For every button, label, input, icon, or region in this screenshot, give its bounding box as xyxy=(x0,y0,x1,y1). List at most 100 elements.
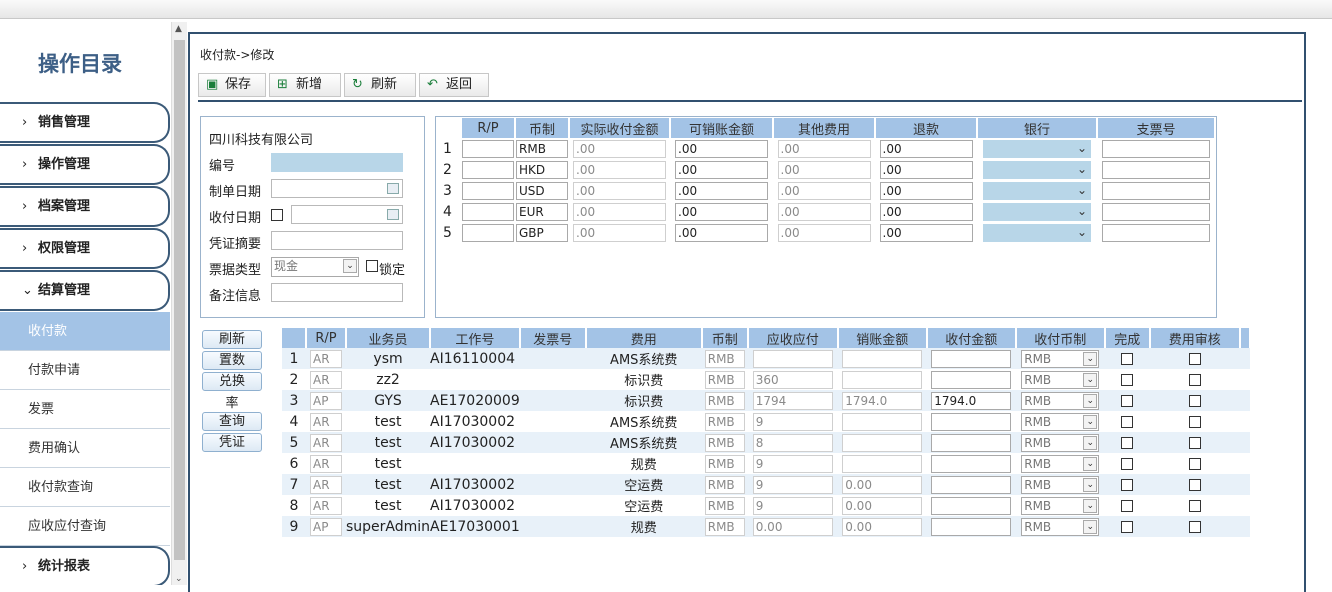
sidebar-item-fee-confirm[interactable]: 费用确认 xyxy=(0,429,170,468)
sidebar-scrollbar[interactable]: ▲ ⌄ xyxy=(171,22,187,585)
due-amount-input[interactable]: 9 xyxy=(752,412,833,431)
actual-amount-input[interactable]: .00 xyxy=(573,160,666,179)
sidebar-item-receipt-query[interactable]: 收付款查询 xyxy=(0,468,170,507)
bank-select[interactable]: ⌄ xyxy=(983,181,1091,200)
writeoff-amount-input[interactable]: 1794.0 xyxy=(842,391,923,410)
rp-input[interactable] xyxy=(462,181,514,200)
check-number-input[interactable] xyxy=(1102,181,1210,200)
writeoff-amount-input[interactable] xyxy=(842,412,923,431)
other-fee-input[interactable]: .00 xyxy=(777,223,871,242)
writeoff-amount-input[interactable]: .00 xyxy=(675,181,768,200)
new-button[interactable]: ⊞ 新增 xyxy=(269,73,341,97)
paid-amount-input[interactable] xyxy=(931,433,1012,452)
fee-audit-checkbox[interactable] xyxy=(1188,373,1201,386)
sidebar-section-sales[interactable]: › 销售管理 xyxy=(0,102,170,143)
due-amount-input[interactable]: 0.00 xyxy=(752,517,833,536)
writeoff-amount-input[interactable] xyxy=(842,454,923,473)
other-fee-input[interactable]: .00 xyxy=(777,139,871,158)
due-amount-input[interactable]: 8 xyxy=(752,433,833,452)
pay-currency-select[interactable]: RMB ⌄ xyxy=(1021,475,1100,494)
rp-input[interactable]: AR xyxy=(310,349,342,368)
rp-input[interactable]: AP xyxy=(310,391,342,410)
check-number-input[interactable] xyxy=(1102,160,1210,179)
rp-input[interactable] xyxy=(462,202,514,221)
due-amount-input[interactable]: 9 xyxy=(752,454,833,473)
currency-input[interactable]: RMB xyxy=(704,433,745,452)
sidebar-section-operation[interactable]: › 操作管理 xyxy=(0,144,170,185)
fee-audit-checkbox[interactable] xyxy=(1188,352,1201,365)
pay-currency-select[interactable]: RMB ⌄ xyxy=(1021,391,1100,410)
actual-amount-input[interactable]: .00 xyxy=(573,181,666,200)
refresh-detail-button[interactable]: 刷新 xyxy=(202,330,262,349)
rp-input[interactable]: AR xyxy=(310,475,342,494)
writeoff-amount-input[interactable]: .00 xyxy=(675,160,768,179)
bank-select[interactable]: ⌄ xyxy=(983,139,1091,158)
sidebar-section-settlement[interactable]: ⌄ 结算管理 xyxy=(0,270,170,311)
fee-audit-checkbox[interactable] xyxy=(1188,520,1201,533)
scroll-down-icon[interactable]: ⌄ xyxy=(175,574,183,584)
currency-input[interactable]: USD xyxy=(516,181,568,200)
done-checkbox[interactable] xyxy=(1121,457,1134,470)
writeoff-amount-input[interactable]: .00 xyxy=(675,202,768,221)
refund-input[interactable]: .00 xyxy=(879,223,973,242)
due-amount-input[interactable]: 9 xyxy=(752,496,833,515)
currency-input[interactable]: GBP xyxy=(516,223,568,242)
fee-audit-checkbox[interactable] xyxy=(1188,499,1201,512)
voucher-summary-field[interactable] xyxy=(271,231,403,250)
query-button[interactable]: 查询 xyxy=(202,412,262,431)
bank-select[interactable]: ⌄ xyxy=(983,160,1091,179)
done-checkbox[interactable] xyxy=(1121,352,1134,365)
set-value-button[interactable]: 置数 xyxy=(202,351,262,370)
done-checkbox[interactable] xyxy=(1121,436,1134,449)
refresh-button[interactable]: ↻ 刷新 xyxy=(344,73,416,97)
currency-input[interactable]: RMB xyxy=(704,391,745,410)
refund-input[interactable]: .00 xyxy=(879,160,973,179)
currency-input[interactable]: RMB xyxy=(704,370,745,389)
other-fee-input[interactable]: .00 xyxy=(777,181,871,200)
fee-audit-checkbox[interactable] xyxy=(1188,415,1201,428)
calendar-icon[interactable] xyxy=(387,183,399,194)
bank-select[interactable]: ⌄ xyxy=(983,202,1091,221)
pay-date-checkbox[interactable] xyxy=(271,209,283,221)
rp-input[interactable]: AP xyxy=(310,517,342,536)
currency-input[interactable]: RMB xyxy=(704,475,745,494)
pay-currency-select[interactable]: RMB ⌄ xyxy=(1021,496,1100,515)
pay-currency-select[interactable]: RMB ⌄ xyxy=(1021,433,1100,452)
rp-input[interactable]: AR xyxy=(310,412,342,431)
paid-amount-input[interactable] xyxy=(931,454,1012,473)
check-number-input[interactable] xyxy=(1102,202,1210,221)
pay-currency-select[interactable]: RMB ⌄ xyxy=(1021,517,1100,536)
sidebar-section-archive[interactable]: › 档案管理 xyxy=(0,186,170,227)
bank-select[interactable]: ⌄ xyxy=(983,223,1091,242)
sidebar-section-statistics[interactable]: › 统计报表 xyxy=(0,546,170,585)
actual-amount-input[interactable]: .00 xyxy=(573,139,666,158)
lock-checkbox[interactable] xyxy=(366,260,378,272)
sidebar-item-payment-request[interactable]: 付款申请 xyxy=(0,351,170,390)
actual-amount-input[interactable]: .00 xyxy=(573,202,666,221)
currency-input[interactable]: RMB xyxy=(704,496,745,515)
done-checkbox[interactable] xyxy=(1121,520,1134,533)
number-field[interactable] xyxy=(271,153,403,172)
bill-type-select[interactable]: 现金 ⌄ xyxy=(271,257,359,277)
writeoff-amount-input[interactable]: .00 xyxy=(675,223,768,242)
voucher-button[interactable]: 凭证 xyxy=(202,433,262,452)
sidebar-item-receipt-payment[interactable]: 收付款 xyxy=(0,312,170,351)
sidebar-item-ar-ap-query[interactable]: 应收应付查询 xyxy=(0,507,170,546)
paid-amount-input[interactable] xyxy=(931,475,1012,494)
calendar-icon[interactable] xyxy=(387,209,399,220)
sidebar-section-permission[interactable]: › 权限管理 xyxy=(0,228,170,269)
paid-amount-input[interactable] xyxy=(931,496,1012,515)
remark-field[interactable] xyxy=(271,283,403,302)
done-checkbox[interactable] xyxy=(1121,478,1134,491)
rp-input[interactable]: AR xyxy=(310,496,342,515)
fee-audit-checkbox[interactable] xyxy=(1188,436,1201,449)
paid-amount-input[interactable] xyxy=(931,370,1012,389)
refund-input[interactable]: .00 xyxy=(879,181,973,200)
pay-currency-select[interactable]: RMB ⌄ xyxy=(1021,412,1100,431)
check-number-input[interactable] xyxy=(1102,139,1210,158)
rp-input[interactable] xyxy=(462,139,514,158)
writeoff-amount-input[interactable]: 0.00 xyxy=(842,517,923,536)
currency-input[interactable]: RMB xyxy=(704,349,745,368)
fee-audit-checkbox[interactable] xyxy=(1188,478,1201,491)
paid-amount-input[interactable] xyxy=(931,349,1012,368)
